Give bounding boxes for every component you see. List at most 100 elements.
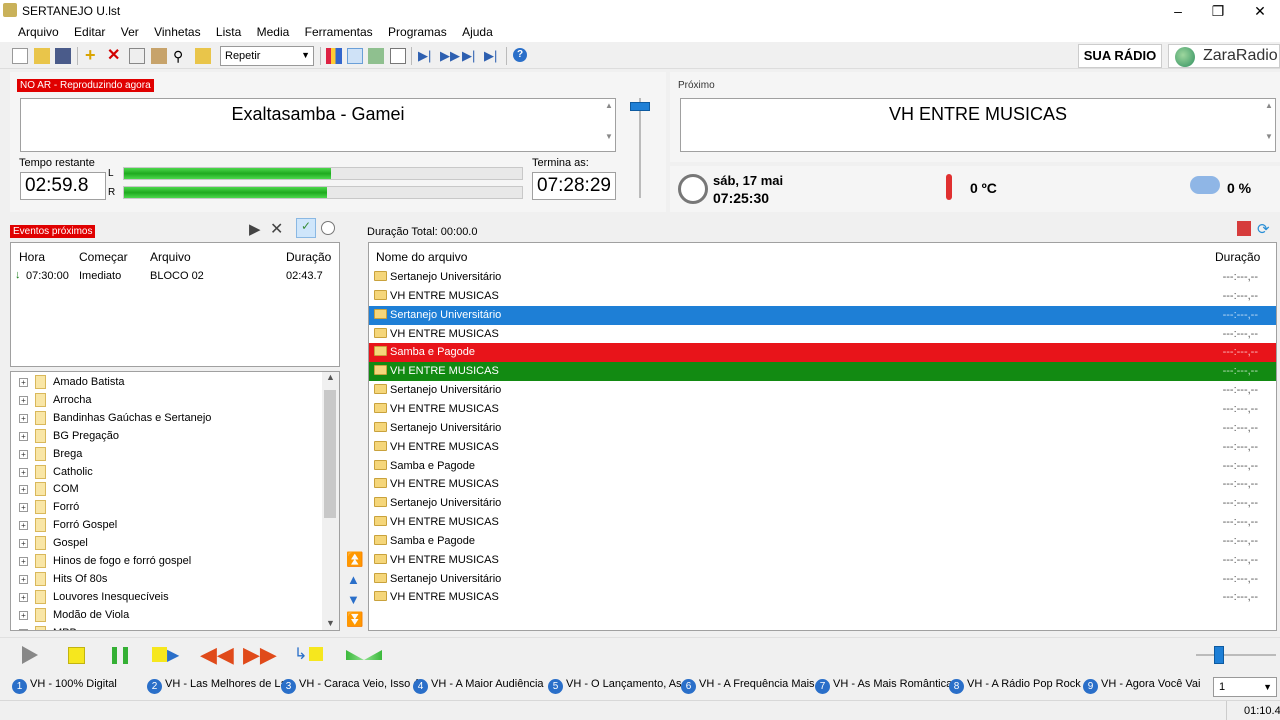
add-icon[interactable]: +: [85, 46, 101, 64]
jingle-button[interactable]: 6 VH - A Frequência Mais: [681, 678, 815, 694]
jingle-button[interactable]: 8 VH - A Rádio Pop Rock: [949, 678, 1081, 694]
pitch-slider[interactable]: [1196, 646, 1276, 664]
tree-item[interactable]: + Brega: [11, 445, 323, 463]
playlist-row[interactable]: VH ENTRE MUSICAS ---:---,--: [369, 551, 1276, 570]
expand-icon[interactable]: +: [19, 521, 28, 531]
volume-fader[interactable]: [628, 98, 652, 198]
pitch-slider-handle[interactable]: [1214, 646, 1224, 664]
next-scrollbar[interactable]: ▲ ▼: [1263, 99, 1275, 151]
track-scrollbar[interactable]: ▲ ▼: [603, 99, 615, 151]
playlist-report-icon[interactable]: [1237, 221, 1251, 236]
tree-scrollbar[interactable]: ▲ ▼: [322, 372, 339, 630]
fade-icon[interactable]: [346, 650, 382, 660]
playlist-row[interactable]: Sertanejo Universitário ---:---,--: [369, 570, 1276, 589]
rewind-icon[interactable]: ◀◀: [200, 644, 234, 666]
playlist-row[interactable]: Samba e Pagode ---:---,--: [369, 343, 1276, 363]
playlist-row[interactable]: Samba e Pagode ---:---,--: [369, 532, 1276, 551]
playlist-row[interactable]: VH ENTRE MUSICAS ---:---,--: [369, 362, 1276, 382]
play-event-icon[interactable]: ▶: [249, 220, 261, 238]
tree-item[interactable]: + Amado Batista: [11, 373, 323, 391]
expand-icon[interactable]: +: [19, 592, 28, 602]
tree-scroll-thumb[interactable]: [324, 390, 336, 518]
levels-icon[interactable]: [347, 48, 363, 64]
refresh-icon[interactable]: ⟳: [1257, 220, 1270, 238]
expand-icon[interactable]: +: [19, 378, 28, 387]
tree-item[interactable]: + Hits Of 80s: [11, 570, 323, 588]
help-icon[interactable]: ?: [513, 48, 527, 62]
expand-icon[interactable]: +: [19, 539, 28, 549]
expand-icon[interactable]: +: [19, 395, 28, 405]
menu-ajuda[interactable]: Ajuda: [456, 22, 499, 39]
minimize-icon[interactable]: –: [1158, 0, 1198, 22]
events-col-arquivo[interactable]: Arquivo: [150, 250, 191, 264]
jingle-button[interactable]: 1 VH - 100% Digital: [12, 678, 117, 694]
pause-icon[interactable]: [112, 647, 128, 664]
expand-icon[interactable]: +: [19, 503, 28, 513]
tree-item[interactable]: + Bandinhas Gaúchas e Sertanejo: [11, 409, 323, 427]
tree-item[interactable]: + Louvores Inesquecíveis: [11, 588, 323, 606]
maximize-icon[interactable]: ❐: [1198, 0, 1238, 22]
playlist-row[interactable]: Sertanejo Universitário ---:---,--: [369, 381, 1276, 400]
checklist-icon[interactable]: [390, 48, 406, 64]
menu-programas[interactable]: Programas: [382, 22, 453, 39]
event-check-icon[interactable]: ✓: [296, 218, 316, 238]
jump-to-icon[interactable]: ↳: [294, 644, 324, 664]
expand-icon[interactable]: +: [19, 557, 28, 566]
playlist-row[interactable]: VH ENTRE MUSICAS ---:---,--: [369, 400, 1276, 419]
move-up-icon[interactable]: ▲: [347, 572, 360, 587]
tree-item[interactable]: + Catholic: [11, 463, 323, 481]
jump-start-icon[interactable]: ▶|: [418, 48, 434, 64]
jingle-page-select[interactable]: 1 ▼: [1213, 677, 1277, 697]
tree-item[interactable]: + Hinos de fogo e forró gospel: [11, 552, 323, 570]
jump-next-icon[interactable]: ▶▶: [440, 48, 460, 64]
playlist-col-duration[interactable]: Duração: [1215, 250, 1260, 264]
tree-item[interactable]: + Arrocha: [11, 391, 323, 409]
expand-icon[interactable]: +: [19, 431, 28, 441]
playlist-row[interactable]: VH ENTRE MUSICAS ---:---,--: [369, 588, 1276, 607]
move-top-icon[interactable]: ⏫: [346, 551, 363, 568]
tree-item[interactable]: + MPB: [11, 624, 323, 630]
new-file-icon[interactable]: [12, 48, 28, 64]
close-icon[interactable]: ✕: [1240, 0, 1280, 22]
cancel-event-icon[interactable]: ✕: [270, 219, 283, 239]
events-col-hora[interactable]: Hora: [19, 250, 45, 264]
expand-icon[interactable]: +: [19, 628, 28, 630]
menu-editar[interactable]: Editar: [68, 22, 111, 39]
jump-mark-icon[interactable]: ▶|: [462, 48, 478, 64]
events-col-duracao[interactable]: Duração: [286, 250, 331, 264]
menu-arquivo[interactable]: Arquivo: [12, 22, 65, 39]
tree-item[interactable]: + Forró Gospel: [11, 516, 323, 534]
copy-icon[interactable]: [129, 48, 145, 64]
sequence-icon[interactable]: [326, 48, 342, 64]
fader-handle[interactable]: [630, 102, 650, 111]
playlist-row[interactable]: Sertanejo Universitário ---:---,--: [369, 305, 1276, 325]
playlist-row[interactable]: VH ENTRE MUSICAS ---:---,--: [369, 475, 1276, 494]
jingle-button[interactable]: 4 VH - A Maior Audiência: [413, 678, 544, 694]
jingle-button[interactable]: 9 VH - Agora Você Vai: [1083, 678, 1200, 694]
menu-media[interactable]: Media: [251, 22, 296, 39]
tree-item[interactable]: + BG Pregação: [11, 427, 323, 445]
jump-end-icon[interactable]: ▶|: [484, 48, 500, 64]
waveform-icon[interactable]: [368, 48, 384, 64]
playlist-col-name[interactable]: Nome do arquivo: [376, 250, 467, 264]
expand-icon[interactable]: +: [19, 610, 28, 620]
menu-ver[interactable]: Ver: [115, 22, 145, 39]
tree-item[interactable]: + COM: [11, 480, 323, 498]
stop-and-next-icon[interactable]: ▶: [152, 647, 190, 664]
jingle-button[interactable]: 7 VH - As Mais Românticas: [815, 678, 958, 694]
playlist-row[interactable]: VH ENTRE MUSICAS ---:---,--: [369, 325, 1276, 344]
playlist-row[interactable]: Sertanejo Universitário ---:---,--: [369, 494, 1276, 513]
jingle-button[interactable]: 2 VH - Las Melhores de La: [147, 678, 287, 694]
events-col-comecar[interactable]: Começar: [79, 250, 128, 264]
expand-icon[interactable]: +: [19, 449, 28, 459]
expand-icon[interactable]: +: [19, 485, 28, 495]
fast-forward-icon[interactable]: ▶▶: [243, 644, 277, 666]
repeat-mode-select[interactable]: Repetir ▼: [220, 46, 314, 66]
menu-lista[interactable]: Lista: [210, 22, 247, 39]
play-icon[interactable]: [22, 646, 38, 664]
jingle-button[interactable]: 3 VH - Caraca Veio, Isso é: [281, 678, 419, 694]
find-folder-icon[interactable]: [195, 48, 211, 64]
move-bottom-icon[interactable]: ⏬: [346, 611, 363, 628]
stop-icon[interactable]: [68, 647, 85, 664]
playlist-row[interactable]: VH ENTRE MUSICAS ---:---,--: [369, 513, 1276, 532]
